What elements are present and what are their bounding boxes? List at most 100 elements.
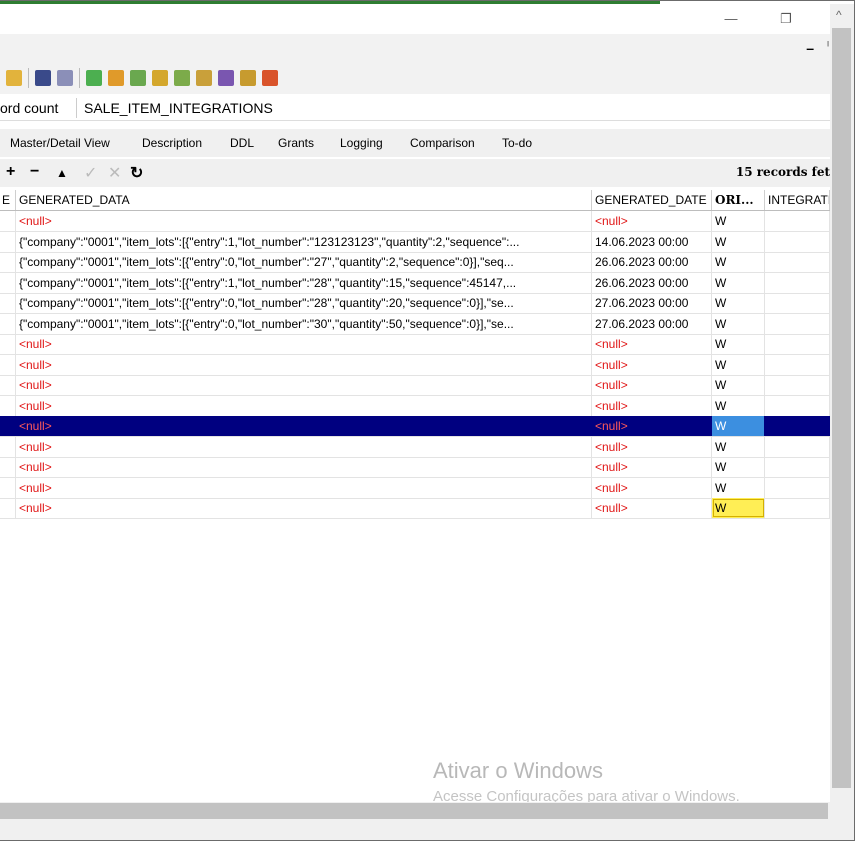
table-green-icon[interactable] — [130, 70, 146, 86]
generated-date-cell[interactable]: <null> — [592, 457, 712, 477]
row-indicator-cell[interactable] — [0, 375, 16, 395]
generated-date-cell[interactable]: <null> — [592, 334, 712, 354]
integration-cell[interactable] — [765, 313, 830, 334]
generated-data-cell[interactable]: <null> — [16, 334, 592, 354]
origin-cell[interactable]: W — [712, 334, 765, 354]
generated-data-cell[interactable]: {"company":"0001","item_lots":[{"entry":… — [16, 313, 592, 334]
column-header-origin[interactable]: ORI... — [712, 190, 765, 210]
table-row[interactable]: <null> <null> W — [0, 395, 830, 417]
tab-description[interactable]: Description — [142, 136, 202, 150]
mdi-minimize-button[interactable]: – — [806, 40, 814, 56]
row-indicator-cell[interactable] — [0, 313, 16, 334]
table-row[interactable]: <null> <null> W — [0, 334, 830, 355]
table-row[interactable]: {"company":"0001","item_lots":[{"entry":… — [0, 313, 830, 335]
row-indicator-cell[interactable] — [0, 272, 16, 293]
generated-data-cell[interactable]: <null> — [16, 375, 592, 395]
origin-cell[interactable]: W — [712, 395, 765, 416]
table-wrench-icon[interactable] — [174, 70, 190, 86]
origin-cell[interactable]: W — [712, 477, 765, 498]
integration-cell[interactable] — [765, 272, 830, 293]
integration-cell[interactable] — [765, 395, 830, 416]
scroll-up-arrow-icon[interactable]: ^ — [836, 8, 842, 22]
move-up-button[interactable]: ▲ — [56, 166, 68, 180]
generated-data-cell[interactable]: <null> — [16, 477, 592, 498]
column-header-integration[interactable]: INTEGRATI — [765, 190, 830, 210]
column-header-generated-data[interactable]: GENERATED_DATA — [16, 190, 592, 210]
generated-data-cell[interactable]: <null> — [16, 457, 592, 477]
delete-record-button[interactable]: − — [30, 163, 39, 181]
integration-cell[interactable] — [765, 477, 830, 498]
integration-cell[interactable] — [765, 457, 830, 477]
table-row[interactable]: {"company":"0001","item_lots":[{"entry":… — [0, 293, 830, 314]
generated-date-cell[interactable]: <null> — [592, 375, 712, 395]
row-indicator-cell[interactable] — [0, 436, 16, 457]
generated-date-cell[interactable]: 27.06.2023 00:00 — [592, 313, 712, 334]
origin-cell[interactable]: W — [712, 252, 765, 272]
table-search-icon[interactable] — [262, 70, 278, 86]
generated-date-cell[interactable]: 26.06.2023 00:00 — [592, 272, 712, 293]
post-edit-button[interactable]: ✓ — [84, 163, 97, 183]
table-row[interactable]: <null> <null> W — [0, 477, 830, 499]
edit-icon[interactable] — [57, 70, 73, 86]
row-indicator-cell[interactable] — [0, 457, 16, 477]
integration-cell[interactable] — [765, 231, 830, 252]
restore-button[interactable]: ❐ — [775, 10, 797, 28]
table-row[interactable]: <null> <null> W — [0, 375, 830, 396]
generated-date-cell[interactable]: 26.06.2023 00:00 — [592, 252, 712, 272]
check-icon[interactable] — [218, 70, 234, 86]
generated-data-cell[interactable]: {"company":"0001","item_lots":[{"entry":… — [16, 252, 592, 272]
row-indicator-cell[interactable] — [0, 354, 16, 375]
generated-date-cell[interactable]: <null> — [592, 436, 712, 457]
refresh-button[interactable]: ↻ — [130, 163, 143, 183]
generated-data-cell[interactable]: <null> — [16, 416, 592, 436]
integration-cell[interactable] — [765, 252, 830, 272]
vertical-scroll-thumb[interactable] — [832, 28, 851, 788]
integration-cell[interactable] — [765, 334, 830, 354]
table-row[interactable]: <null> <null> W — [0, 354, 830, 376]
origin-cell[interactable]: W — [712, 498, 765, 518]
vertical-scrollbar[interactable]: ^ — [830, 4, 854, 820]
tab-todo[interactable]: To-do — [502, 136, 532, 150]
integration-cell[interactable] — [765, 498, 830, 518]
data-grid[interactable]: E GENERATED_DATA GENERATED_DATE ORI... I… — [0, 190, 830, 802]
generated-date-cell[interactable]: <null> — [592, 211, 712, 231]
generated-data-cell[interactable]: {"company":"0001","item_lots":[{"entry":… — [16, 293, 592, 313]
minimize-button[interactable]: — — [720, 10, 742, 28]
row-indicator-cell[interactable] — [0, 498, 16, 518]
row-indicator-cell[interactable] — [0, 395, 16, 416]
tab-ddl[interactable]: DDL — [230, 136, 254, 150]
row-indicator-cell[interactable] — [0, 334, 16, 354]
row-indicator-cell[interactable] — [0, 416, 16, 436]
generated-date-cell[interactable]: 14.06.2023 00:00 — [592, 231, 712, 252]
row-indicator-cell[interactable] — [0, 252, 16, 272]
add-record-button[interactable]: + — [6, 163, 15, 181]
generated-date-cell[interactable]: <null> — [592, 498, 712, 518]
origin-cell[interactable]: W — [712, 416, 765, 436]
generated-data-cell[interactable]: <null> — [16, 211, 592, 231]
origin-cell[interactable]: W — [712, 211, 765, 231]
generated-data-cell[interactable]: <null> — [16, 436, 592, 457]
tab-logging[interactable]: Logging — [340, 136, 383, 150]
origin-cell[interactable]: W — [712, 231, 765, 252]
table-row[interactable]: <null> <null> W — [0, 436, 830, 458]
origin-cell[interactable]: W — [712, 457, 765, 477]
origin-cell[interactable]: W — [712, 313, 765, 334]
table-fx-icon[interactable] — [240, 70, 256, 86]
gear-table-icon[interactable] — [152, 70, 168, 86]
generated-date-cell[interactable]: 27.06.2023 00:00 — [592, 293, 712, 313]
integration-cell[interactable] — [765, 375, 830, 395]
generated-data-cell[interactable]: {"company":"0001","item_lots":[{"entry":… — [16, 272, 592, 293]
row-indicator-cell[interactable] — [0, 231, 16, 252]
generated-date-cell[interactable]: <null> — [592, 477, 712, 498]
table-orange-icon[interactable] — [108, 70, 124, 86]
table-row[interactable]: {"company":"0001","item_lots":[{"entry":… — [0, 272, 830, 294]
table-copy-icon[interactable] — [196, 70, 212, 86]
table-row[interactable]: <null> <null> W — [0, 457, 830, 478]
key-icon[interactable] — [6, 70, 22, 86]
mdi-close-button[interactable]: ᴵ — [827, 40, 829, 52]
generated-date-cell[interactable]: <null> — [592, 395, 712, 416]
generated-data-cell[interactable]: <null> — [16, 498, 592, 518]
horizontal-scroll-thumb[interactable] — [0, 803, 828, 819]
integration-cell[interactable] — [765, 436, 830, 457]
generated-data-cell[interactable]: {"company":"0001","item_lots":[{"entry":… — [16, 231, 592, 252]
